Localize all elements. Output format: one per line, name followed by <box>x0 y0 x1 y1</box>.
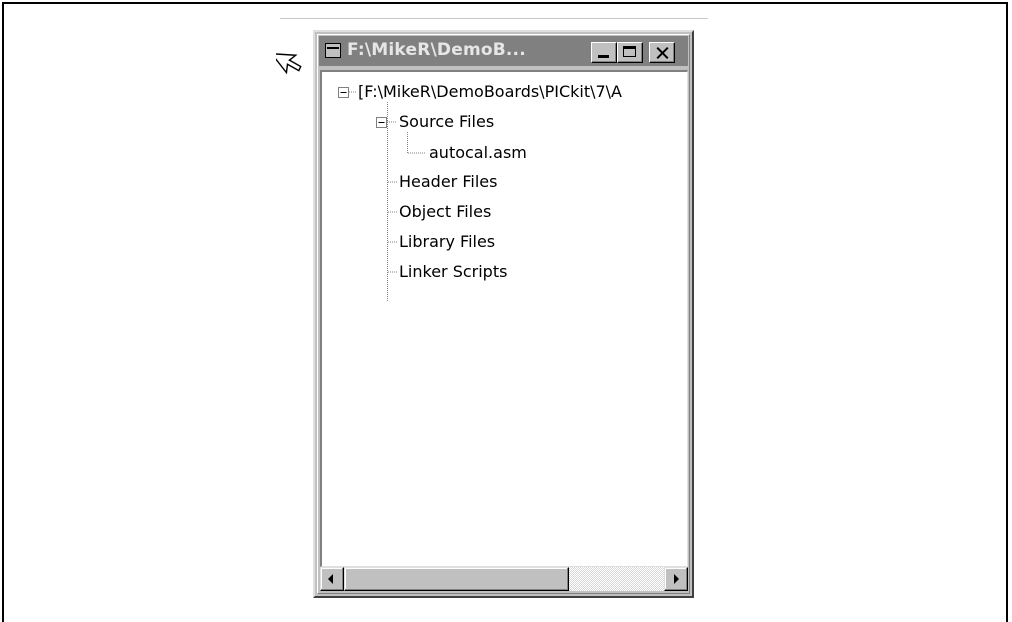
tree-node-object-files[interactable]: Object Files <box>399 202 491 222</box>
guide-line <box>280 18 708 19</box>
mouse-pointer-icon <box>276 52 302 75</box>
window-title: F:\MikeR\DemoB... <box>347 40 526 60</box>
horizontal-scrollbar[interactable] <box>320 567 688 591</box>
tree-node-source-files[interactable]: Source Files <box>399 112 494 132</box>
title-bar[interactable]: F:\MikeR\DemoB... <box>319 36 688 66</box>
project-window[interactable]: F:\MikeR\DemoB... [F:\MikeR\DemoBoards\P… <box>313 30 694 598</box>
minus-box-icon <box>376 117 387 128</box>
minimize-button[interactable] <box>591 42 617 63</box>
arrow-left-icon[interactable] <box>320 567 344 591</box>
tree-node-linker-scripts[interactable]: Linker Scripts <box>399 262 507 282</box>
scrollbar-thumb[interactable] <box>344 567 569 591</box>
window-menu-icon[interactable] <box>325 43 341 58</box>
project-tree[interactable]: [F:\MikeR\DemoBoards\PICkit\7\A Source F… <box>322 72 687 566</box>
minus-box-icon <box>338 87 349 98</box>
arrow-right-icon[interactable] <box>664 567 688 591</box>
tree-node-autocal[interactable]: autocal.asm <box>429 143 527 163</box>
tree-node-library-files[interactable]: Library Files <box>399 232 495 252</box>
tree-node-header-files[interactable]: Header Files <box>399 172 497 192</box>
tree-root-node[interactable]: [F:\MikeR\DemoBoards\PICkit\7\A <box>358 82 622 102</box>
maximize-button[interactable] <box>617 42 643 63</box>
close-button[interactable] <box>649 42 675 63</box>
project-tree-pane[interactable]: [F:\MikeR\DemoBoards\PICkit\7\A Source F… <box>320 70 688 567</box>
